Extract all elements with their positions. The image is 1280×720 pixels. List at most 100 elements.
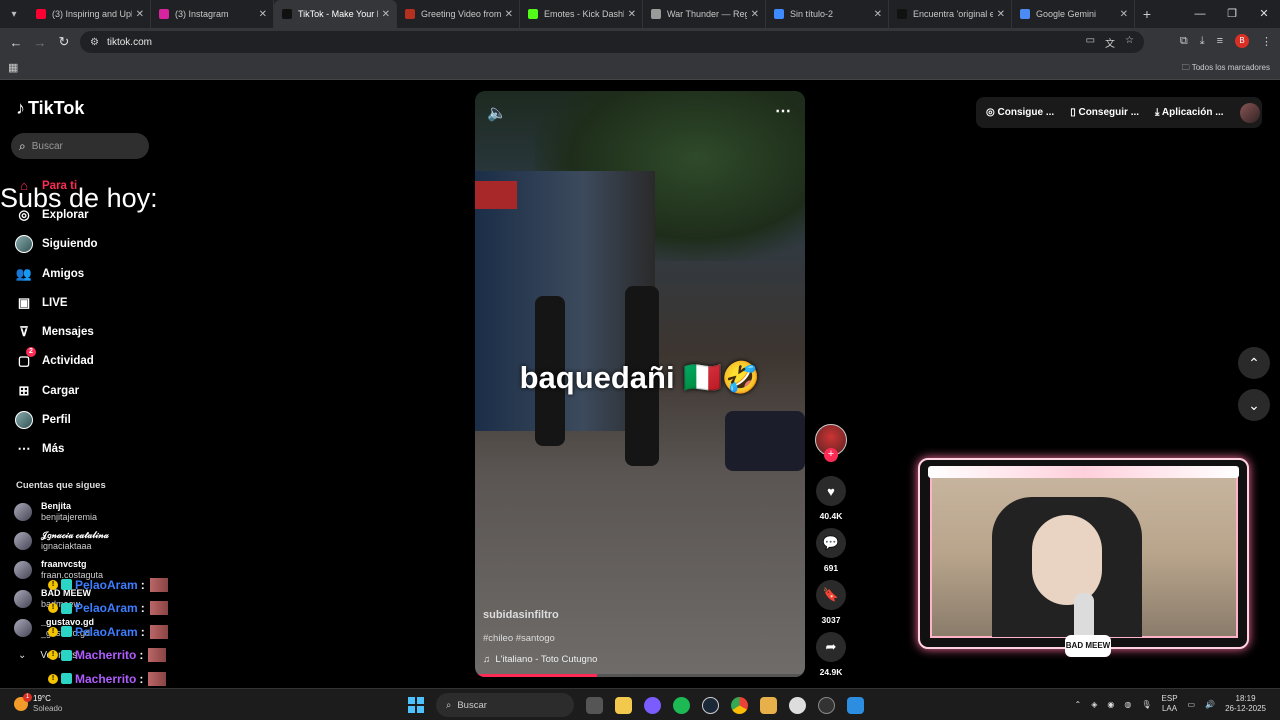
browser-tab[interactable]: War Thunder — Regis ✕ <box>643 0 766 28</box>
cast-icon[interactable]: ▭ <box>1086 35 1095 50</box>
close-tab-icon[interactable]: ✕ <box>997 9 1005 20</box>
forward-icon[interactable]: → <box>28 35 52 50</box>
search-input[interactable]: ⌕ Buscar <box>11 133 149 159</box>
steam-icon[interactable] <box>702 696 719 714</box>
download-app-button[interactable]: ⤓ Aplicación ... <box>1155 107 1224 118</box>
clock[interactable]: 18:19 26-12-2025 <box>1225 694 1266 714</box>
new-tab-button[interactable]: + <box>1135 6 1159 22</box>
obs-icon[interactable] <box>818 696 835 714</box>
previous-video-button[interactable]: ⌃ <box>1238 347 1270 379</box>
volume-icon[interactable]: 🔈 <box>487 103 507 123</box>
comment-button[interactable]: 💬 691 <box>813 528 849 573</box>
apps-grid-icon[interactable]: ▦ <box>8 61 18 74</box>
tab-search-icon[interactable]: ▾ <box>0 0 28 28</box>
next-video-button[interactable]: ⌄ <box>1238 389 1270 421</box>
nav-item[interactable]: ⊽ Mensajes <box>14 317 154 346</box>
browser-tab[interactable]: (3) Inspiring and Uplif ✕ <box>28 0 151 28</box>
app-icon[interactable] <box>789 696 806 714</box>
nav-label: Actividad <box>42 355 94 368</box>
close-tab-icon[interactable]: ✕ <box>136 9 144 20</box>
language-code: ESP <box>1161 694 1178 703</box>
translate-icon[interactable]: 文 <box>1105 35 1115 50</box>
stream-logo: BAD MEEW <box>1065 635 1111 657</box>
back-icon[interactable]: ← <box>4 35 28 50</box>
nav-item[interactable]: ▣ LIVE <box>14 288 154 317</box>
media-icon[interactable]: ≡ <box>1217 35 1223 47</box>
share-button[interactable]: ➦ 24.9K <box>813 632 849 677</box>
close-tab-icon[interactable]: ✕ <box>751 9 759 20</box>
nav-item[interactable]: 👥 Amigos <box>14 259 154 288</box>
taskbar-search[interactable]: ⌕ Buscar <box>436 693 574 717</box>
weather-widget[interactable]: 1 19°C Soleado <box>14 693 63 714</box>
tray-app-icon[interactable]: ◈ <box>1091 700 1097 709</box>
chrome-icon[interactable] <box>731 696 748 714</box>
following-account[interactable]: 𝒥𝑔𝓃𝒶𝒸𝒾𝒶 𝒸𝒶𝓉𝒶𝓁𝒾𝓃𝒶 ignaciaktaaa <box>14 526 154 555</box>
follow-plus-icon[interactable]: + <box>824 448 838 462</box>
browser-tab[interactable]: Emotes - Kick Dashbo ✕ <box>520 0 643 28</box>
close-tab-icon[interactable]: ✕ <box>259 9 267 20</box>
tiktok-logo[interactable]: ♪ TikTok <box>16 98 84 119</box>
browser-tab[interactable]: Sin título-2 ✕ <box>766 0 889 28</box>
user-avatar[interactable] <box>1239 102 1260 123</box>
task-view-icon[interactable] <box>586 696 603 714</box>
following-account[interactable]: Benjita benjitajeremia <box>14 497 154 526</box>
nav-item[interactable]: ⋯ Más <box>14 435 154 464</box>
sub-badge-icon: ! <box>48 673 58 684</box>
nav-item[interactable]: Siguiendo <box>14 230 154 259</box>
chat-username: PelaoAram <box>75 624 138 639</box>
close-tab-icon[interactable]: ✕ <box>628 9 636 20</box>
extensions-icon[interactable]: ⧉ <box>1180 35 1188 48</box>
save-button[interactable]: 🔖 3037 <box>813 580 849 625</box>
site-info-icon[interactable]: ⚙ <box>90 37 99 48</box>
close-window-icon[interactable]: ✕ <box>1248 0 1280 28</box>
browser-tab[interactable]: Encuentra 'original e ✕ <box>889 0 1012 28</box>
app-icon[interactable] <box>760 696 777 714</box>
browser-tab[interactable]: TikTok - Make Your D ✕ <box>274 0 397 28</box>
browser-tab[interactable]: (3) Instagram ✕ <box>151 0 274 28</box>
video-hashtags[interactable]: #chileo #santogo <box>483 633 555 644</box>
bookmark-star-icon[interactable]: ☆ <box>1125 35 1134 50</box>
nav-item[interactable]: Perfil <box>14 405 154 434</box>
close-tab-icon[interactable]: ✕ <box>505 9 513 20</box>
video-music[interactable]: ♫ L'italiano - Toto Cutugno <box>483 654 597 665</box>
video-more-icon[interactable]: ⋯ <box>775 101 791 121</box>
minimize-icon[interactable]: — <box>1184 0 1216 28</box>
network-icon[interactable]: ▭ <box>1188 700 1196 709</box>
spotify-icon[interactable] <box>673 696 690 714</box>
profile-avatar[interactable]: B <box>1235 34 1249 48</box>
browser-tab[interactable]: Google Gemini ✕ <box>1012 0 1135 28</box>
system-tray: ⌃ ◈ ◉ ◍ 🎙 ESP LAA ▭ 🔊 18:19 26-12-2025 <box>1075 694 1266 714</box>
downloads-icon[interactable]: ⤓ <box>1200 35 1205 48</box>
menu-icon[interactable]: ⋮ <box>1261 35 1272 48</box>
restore-icon[interactable]: ❐ <box>1216 0 1248 28</box>
weather-desc: Soleado <box>33 704 63 713</box>
windows-start-icon[interactable] <box>408 697 424 713</box>
language-indicator[interactable]: ESP LAA <box>1162 694 1178 714</box>
close-tab-icon[interactable]: ✕ <box>1120 9 1128 20</box>
like-count: 40.4K <box>819 511 843 521</box>
app-icon[interactable] <box>847 696 864 714</box>
browser-tab[interactable]: Greeting Video from ✕ <box>397 0 520 28</box>
chevron-up-icon[interactable]: ⌃ <box>1075 700 1082 709</box>
video-progress-bar[interactable] <box>475 674 805 677</box>
nav-item[interactable]: ▢ 2 Actividad <box>14 347 154 376</box>
video-player[interactable]: baquedañi 🇮🇹🤣 🔈 ⋯ subidasinfiltro #chile… <box>475 91 805 677</box>
file-explorer-icon[interactable] <box>615 696 632 714</box>
microphone-icon[interactable]: 🎙 <box>1141 700 1151 709</box>
video-scene-sign <box>475 181 517 209</box>
get-app-button[interactable]: ▯ Conseguir ... <box>1070 107 1139 118</box>
close-tab-icon[interactable]: ✕ <box>382 9 390 20</box>
volume-icon[interactable]: 🔊 <box>1205 700 1215 709</box>
tray-app-icon[interactable]: ◉ <box>1107 700 1114 709</box>
all-bookmarks-button[interactable]: 🗀 Todos los marcadores <box>1182 62 1270 76</box>
url-bar[interactable]: ⚙ tiktok.com ▭ 文 ☆ <box>80 31 1144 53</box>
close-tab-icon[interactable]: ✕ <box>874 9 882 20</box>
nav-item[interactable]: ⊞ Cargar <box>14 376 154 405</box>
like-button[interactable]: ♥ 40.4K <box>813 476 849 521</box>
get-coins-button[interactable]: ◎ Consigue ... <box>986 107 1054 118</box>
video-author[interactable]: subidasinfiltro <box>483 609 559 621</box>
reload-icon[interactable]: ↻ <box>52 34 76 50</box>
tray-app-icon[interactable]: ◍ <box>1124 700 1131 709</box>
chat-emote <box>149 624 168 639</box>
discord-icon[interactable] <box>644 696 661 714</box>
